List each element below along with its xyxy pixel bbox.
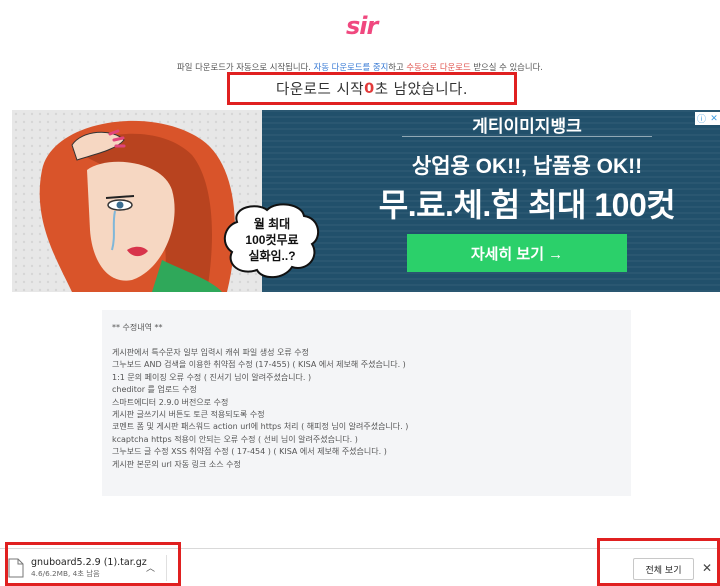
ad-close-icon[interactable]: ✕ xyxy=(708,112,720,125)
download-shelf: gnuboard5.2.9 (1).tar.gz 4.6/6.2MB, 4초 남… xyxy=(0,548,720,586)
stop-auto-download-link[interactable]: 자동 다운로드를 중지 xyxy=(314,62,389,72)
changelog-item: cheditor 를 업로드 수정 xyxy=(112,385,197,395)
download-divider xyxy=(166,555,167,581)
changelog-item: 그누보드 글 수정 XSS 취약점 수정 ( 17-454 ) ( KISA 에… xyxy=(112,447,387,457)
ad-banner[interactable]: 월 최대 100컷무료 실화임..? 게티이미지뱅크 상업용 OK!!, 납품용… xyxy=(12,110,720,292)
changelog-item: 1:1 문의 페이징 오류 수정 ( 진서기 님이 알려주셨습니다. ) xyxy=(112,372,312,382)
download-countdown: 다운로드 시작 0초 남았습니다. xyxy=(227,72,517,105)
ad-cta-button[interactable]: 자세히 보기 → xyxy=(407,234,627,272)
download-file-name: gnuboard5.2.9 (1).tar.gz xyxy=(31,557,147,568)
file-icon xyxy=(8,558,24,578)
changelog-panel: ** 수정내역 ** 게시판에서 특수문자 일부 입력시 캐쉬 파일 생성 오류… xyxy=(102,310,631,496)
show-all-downloads-button[interactable]: 전체 보기 xyxy=(633,558,694,580)
countdown-prefix: 다운로드 시작 xyxy=(275,82,365,98)
close-icon[interactable]: ✕ xyxy=(702,561,712,575)
changelog-item: 게시판 본문의 url 자동 링크 소스 수정 xyxy=(112,459,241,469)
changelog-item: kcaptcha https 적용이 안되는 오류 수정 ( 선비 님이 알려주… xyxy=(112,434,358,444)
download-status: 4.6/6.2MB, 4초 남음 xyxy=(31,569,100,578)
ad-info-icon[interactable]: ⓘ xyxy=(695,112,708,125)
changelog-title: ** 수정내역 ** xyxy=(112,323,163,332)
notice-text-middle: 하고 xyxy=(388,62,407,72)
changelog-item: 게시판 글쓰기시 버튼도 토큰 적용되도록 수정 xyxy=(112,410,265,420)
chevron-up-icon[interactable]: ︿ xyxy=(146,561,155,574)
ad-brand-underline xyxy=(402,136,652,137)
changelog-item: 코멘트 폼 및 게시판 패스워드 action url에 https 처리 ( … xyxy=(112,422,409,432)
ad-headline-1: 상업용 OK!!, 납품용 OK!! xyxy=(411,155,643,178)
logo-text: sir xyxy=(346,12,378,40)
changelog-item: 게시판에서 특수문자 일부 입력시 캐쉬 파일 생성 오류 수정 xyxy=(112,348,309,357)
notice-text-prefix: 파일 다운로드가 자동으로 시작됩니다. xyxy=(177,62,314,72)
download-item[interactable]: gnuboard5.2.9 (1).tar.gz 4.6/6.2MB, 4초 남… xyxy=(4,551,160,585)
ad-brand: 게티이미지뱅크 xyxy=(472,117,582,136)
notice-text-suffix: 받으실 수 있습니다. xyxy=(470,62,543,72)
manual-download-link[interactable]: 수동으로 다운로드 xyxy=(406,62,470,72)
ad-headline-2: 무.료.체.험 최대 100컷 xyxy=(378,187,676,223)
countdown-suffix: 초 남았습니다. xyxy=(374,82,468,98)
bubble-text: 월 최대 100컷무료 실화임..? xyxy=(245,217,299,263)
changelog-item: 그누보드 AND 검색을 이용한 취약점 수정 (17-455) ( KISA … xyxy=(112,360,406,370)
download-info: gnuboard5.2.9 (1).tar.gz 4.6/6.2MB, 4초 남… xyxy=(31,557,147,579)
site-logo[interactable]: sir xyxy=(346,12,378,42)
changelog-item: 스마트에디터 2.9.0 버전으로 수정 xyxy=(112,397,229,407)
countdown-seconds: 0 xyxy=(364,80,375,97)
